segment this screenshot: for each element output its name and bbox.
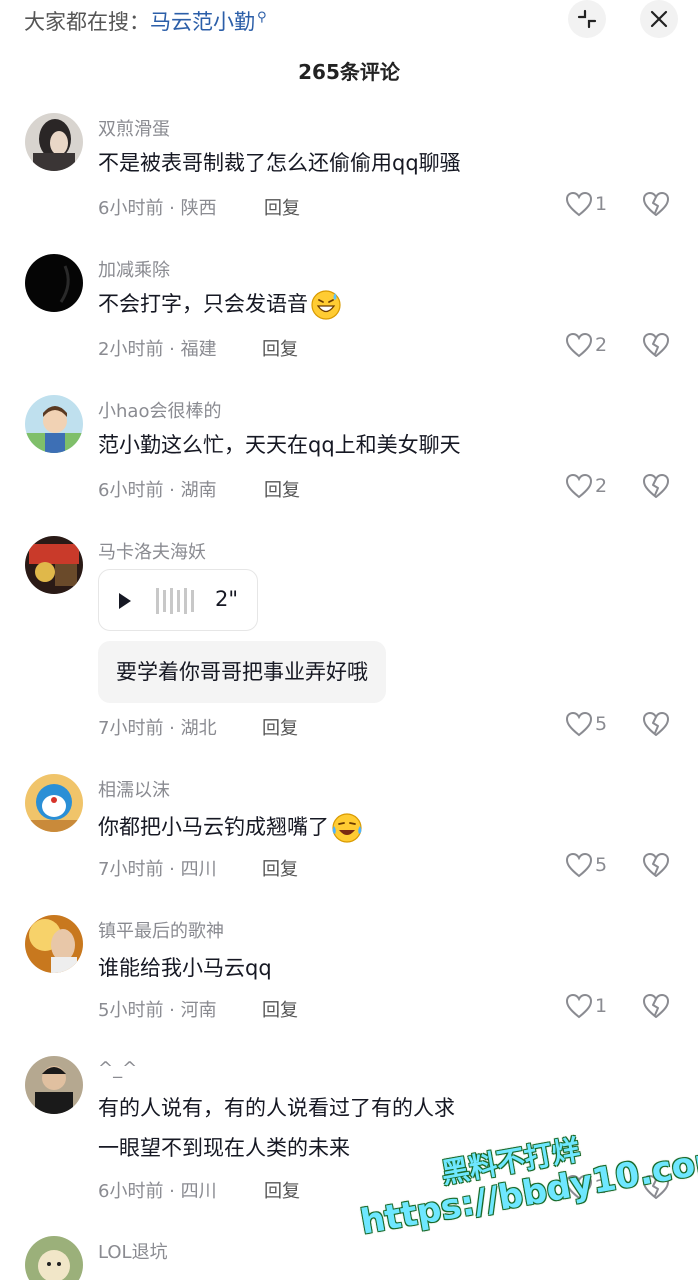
comment-text-row: 你都把小马云钓成翘嘴了 [98,807,363,847]
avatar[interactable] [25,774,83,832]
avatar[interactable] [25,254,83,312]
comment-item: 相濡以沫 你都把小马云钓成翘嘴了 7小时前 · 四川 回复 5 [0,774,698,894]
comment-text-line2: 一眼望不到现在人类的未来 [98,1136,350,1160]
heart-icon [565,473,593,499]
comment-meta: 7小时前 · 湖北 [98,718,217,739]
search-hint-prefix: 大家都在搜： [24,10,150,34]
like-button[interactable]: 2 [565,332,607,358]
comment-item: 马卡洛夫海妖 2" 要学着你哥哥把事业弄好哦 7小时前 · 湖北 回复 5 [0,536,698,746]
grinning-sweat-emoji [311,290,341,320]
voice-transcript: 要学着你哥哥把事业弄好哦 [98,641,386,703]
comment-item: 加减乘除 不会打字，只会发语音 2小时前 · 福建 回复 2 [0,254,698,374]
broken-heart-icon [643,994,669,1018]
search-icon: ⚲ [257,10,267,25]
dislike-button[interactable] [642,191,670,221]
dislike-button[interactable] [642,852,670,882]
reply-button[interactable]: 回复 [262,335,298,361]
comment-username[interactable]: LOL退坑 [98,1238,168,1264]
comment-username[interactable]: 相濡以沫 [98,776,170,802]
comment-meta: 6小时前 · 陕西 [98,198,217,219]
dislike-button[interactable] [642,473,670,503]
like-button[interactable]: 5 [565,852,607,878]
top-bar: 大家都在搜：马云范小勤 ⚲ [0,0,698,40]
avatar[interactable] [25,113,83,171]
dislike-button[interactable] [642,332,670,362]
comment-meta: 6小时前 · 四川 [98,1181,217,1202]
comment-meta: 5小时前 · 河南 [98,1000,217,1021]
comment-count-title: 265条评论 [298,60,400,84]
comment-username[interactable]: 镇平最后的歌神 [98,917,224,943]
dislike-button[interactable] [642,993,670,1023]
heart-icon [565,711,593,737]
heart-icon [565,993,593,1019]
like-count: 2 [595,334,608,356]
broken-heart-icon [643,712,669,736]
like-count: 2 [595,475,608,497]
close-icon [650,10,668,28]
comment-text: 谁能给我小马云qq [98,956,272,980]
dislike-button[interactable] [642,711,670,741]
avatar[interactable] [25,1056,83,1114]
reply-button[interactable]: 回复 [264,476,300,502]
avatar[interactable] [25,536,83,594]
close-button[interactable] [640,0,678,38]
like-button[interactable]: 5 [565,711,607,737]
search-keyword-link[interactable]: 马云范小勤 [150,10,255,34]
heart-icon [565,852,593,878]
comment-username[interactable]: 加减乘除 [98,256,170,282]
voice-duration: 2" [215,587,239,611]
reply-button[interactable]: 回复 [262,855,298,881]
like-button[interactable]: 2 [565,473,607,499]
comment-item: LOL退坑 [0,1236,698,1280]
comment-text: 你都把小马云钓成翘嘴了 [98,815,329,839]
comment-item: 小hao会很棒的 范小勤这么忙，天天在qq上和美女聊天 6小时前 · 湖南 回复… [0,395,698,515]
reply-button[interactable]: 回复 [262,714,298,740]
comment-username[interactable]: 双煎滑蛋 [98,115,170,141]
comment-meta: 6小时前 · 湖南 [98,480,217,501]
loudly-crying-laughing-emoji [332,813,362,843]
comment-text: 不是被表哥制裁了怎么还偷偷用qq聊骚 [98,151,461,175]
like-button[interactable]: 1 [565,191,607,217]
broken-heart-icon [643,192,669,216]
play-icon [119,593,131,609]
like-count: 1 [595,193,608,215]
reply-button[interactable]: 回复 [262,996,298,1022]
comment-item: 镇平最后的歌神 谁能给我小马云qq 5小时前 · 河南 回复 1 [0,915,698,1035]
like-count: 5 [595,854,608,876]
comment-text: 不会打字，只会发语音 [98,292,308,316]
comment-meta: 2小时前 · 福建 [98,339,217,360]
avatar[interactable] [25,915,83,973]
comment-username[interactable]: ^_^ [98,1058,137,1079]
broken-heart-icon [643,333,669,357]
like-count: 1 [595,995,608,1017]
search-suggestion[interactable]: 大家都在搜：马云范小勤 ⚲ [24,6,267,36]
comment-text: 范小勤这么忙，天天在qq上和美女聊天 [98,433,461,457]
comment-text-row: 不会打字，只会发语音 [98,284,342,324]
comment-username[interactable]: 小hao会很棒的 [98,397,221,423]
reply-button[interactable]: 回复 [264,1177,300,1203]
comment-username[interactable]: 马卡洛夫海妖 [98,538,206,564]
like-count: 5 [595,713,608,735]
comment-text-line1: 有的人说有，有的人说看过了有的人求 [98,1096,455,1120]
broken-heart-icon [643,474,669,498]
voice-message-button[interactable]: 2" [98,569,258,631]
avatar[interactable] [25,1236,83,1280]
heart-icon [565,332,593,358]
like-button[interactable]: 1 [565,993,607,1019]
comment-meta: 7小时前 · 四川 [98,859,217,880]
voice-waveform-icon [156,588,194,614]
avatar[interactable] [25,395,83,453]
collapse-icon [577,9,597,29]
reply-button[interactable]: 回复 [264,194,300,220]
comment-item: 双煎滑蛋 不是被表哥制裁了怎么还偷偷用qq聊骚 6小时前 · 陕西 回复 1 [0,113,698,233]
broken-heart-icon [643,853,669,877]
collapse-button[interactable] [568,0,606,38]
heart-icon [565,191,593,217]
